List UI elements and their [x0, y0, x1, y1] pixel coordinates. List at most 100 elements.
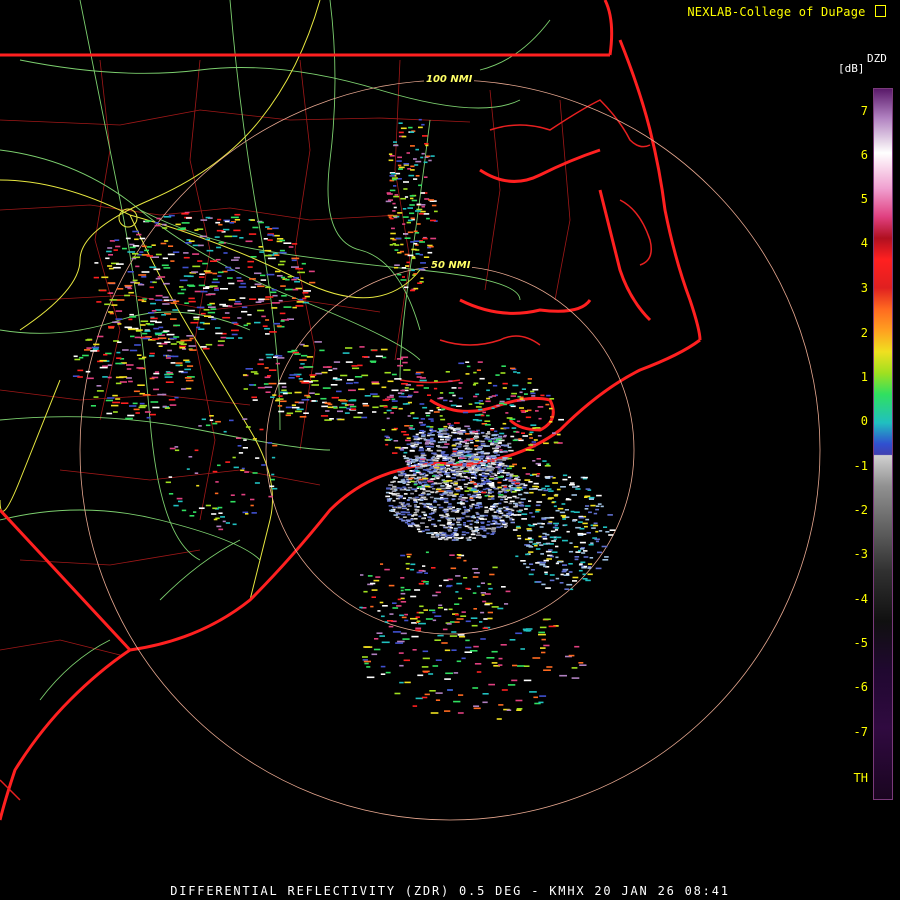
radar-echo — [549, 579, 555, 582]
radar-echo — [198, 425, 202, 427]
radar-echo — [358, 388, 365, 391]
radar-echo — [532, 388, 539, 391]
radar-echo — [402, 223, 406, 225]
radar-echo — [436, 449, 442, 452]
radar-echo — [485, 433, 491, 435]
radar-echo — [484, 424, 491, 426]
radar-echo — [522, 467, 526, 469]
radar-echo — [476, 585, 481, 588]
radar-echo — [476, 496, 482, 498]
radar-echo — [474, 445, 479, 447]
radar-echo — [491, 434, 495, 436]
radar-echo — [381, 429, 386, 431]
radar-echo — [457, 712, 464, 714]
radar-echo — [357, 412, 363, 414]
radar-echo — [186, 468, 190, 470]
radar-echo — [188, 240, 195, 242]
radar-echo — [393, 141, 397, 143]
radar-echo — [158, 345, 163, 347]
radar-echo — [465, 620, 471, 623]
radar-echo — [407, 513, 412, 516]
radar-echo — [233, 466, 239, 469]
radar-echo — [508, 479, 513, 481]
radar-echo — [420, 277, 424, 279]
radar-echo — [135, 329, 143, 331]
radar-echo — [153, 388, 159, 391]
radar-echo — [566, 498, 570, 500]
radar-echo — [520, 498, 526, 500]
radar-echo — [528, 444, 533, 446]
radar-echo — [524, 508, 528, 510]
radar-echo — [474, 521, 479, 523]
radar-echo — [183, 359, 190, 362]
radar-echo — [471, 494, 477, 497]
radar-echo — [429, 428, 434, 430]
radar-echo — [168, 399, 176, 401]
radar-echo — [390, 237, 395, 240]
radar-echo — [416, 384, 424, 387]
radar-echo — [170, 343, 177, 345]
radar-echo — [231, 333, 238, 336]
radar-echo — [508, 511, 513, 513]
radar-echo — [460, 467, 464, 469]
radar-echo — [93, 396, 99, 398]
radar-echo — [445, 513, 449, 515]
radar-echo — [420, 192, 425, 194]
range-ring-100nmi — [79, 79, 821, 821]
radar-echo — [547, 522, 553, 525]
radar-echo — [491, 662, 498, 664]
radar-echo — [499, 402, 504, 405]
radar-echo — [402, 482, 406, 484]
radar-echo — [373, 648, 381, 651]
radar-echo — [74, 358, 81, 361]
radar-echo — [415, 697, 423, 700]
radar-echo — [345, 347, 353, 349]
radar-echo — [117, 341, 122, 343]
radar-echo — [535, 562, 540, 564]
radar-echo — [412, 649, 417, 651]
radar-echo — [306, 396, 311, 398]
radar-echo — [133, 390, 140, 393]
radar-echo — [502, 387, 507, 389]
radar-echo — [508, 449, 514, 452]
radar-echo — [372, 406, 379, 409]
radar-echo — [209, 415, 214, 417]
radar-echo — [413, 438, 418, 441]
radar-echo — [511, 427, 517, 429]
radar-echo — [370, 582, 376, 585]
radar-echo — [467, 526, 473, 529]
radar-echo — [283, 242, 292, 244]
radar-echo — [515, 431, 520, 433]
radar-echo — [497, 458, 503, 461]
radar-echo — [311, 400, 316, 402]
radar-echo — [454, 621, 460, 623]
radar-echo — [212, 422, 218, 425]
radar-echo — [162, 405, 167, 408]
radar-echo — [510, 395, 516, 397]
radar-echo — [432, 488, 436, 490]
radar-echo — [174, 446, 179, 448]
radar-echo — [538, 417, 542, 420]
radar-echo — [424, 693, 430, 696]
radar-echo — [464, 490, 470, 492]
radar-echo — [327, 406, 334, 409]
radar-echo — [419, 462, 425, 464]
radar-echo — [430, 512, 435, 514]
radar-echo — [463, 451, 470, 454]
legend-tick: -4 — [853, 592, 868, 606]
radar-echo — [543, 489, 549, 492]
radar-echo — [303, 290, 311, 292]
radar-echo — [528, 551, 534, 553]
radar-echo — [138, 406, 146, 409]
radar-echo — [209, 285, 218, 287]
radar-echo — [436, 477, 440, 480]
radar-echo — [205, 216, 211, 219]
radar-echo — [443, 491, 449, 494]
radar-echo — [447, 457, 453, 459]
radar-echo — [456, 519, 462, 521]
radar-echo — [544, 485, 550, 487]
radar-echo — [245, 513, 249, 515]
radar-echo — [500, 444, 506, 447]
radar-echo — [304, 295, 310, 298]
legend-tick: 6 — [860, 148, 868, 162]
